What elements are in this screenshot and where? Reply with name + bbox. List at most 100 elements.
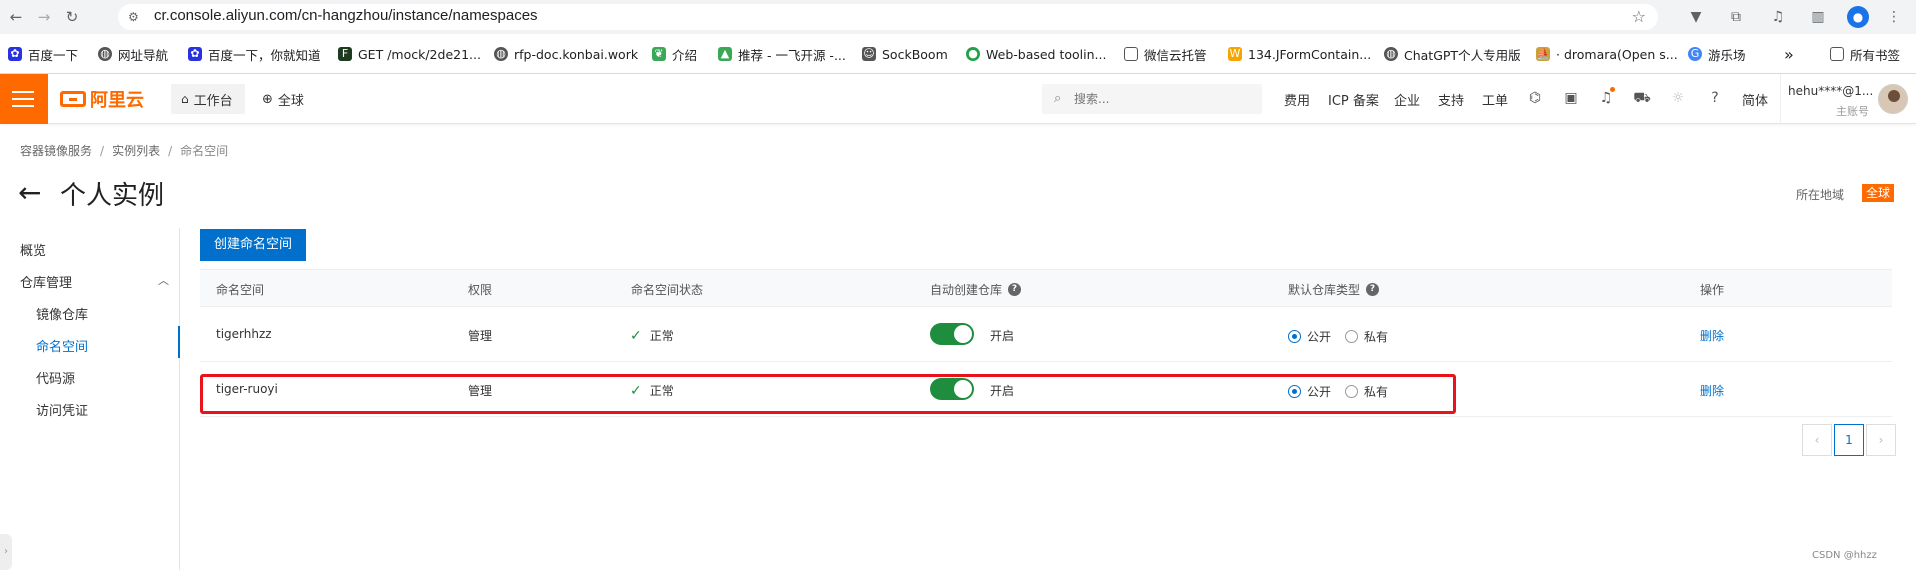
lightbulb-icon[interactable]: ☼: [1668, 88, 1688, 108]
delete-link[interactable]: 删除: [1700, 382, 1724, 399]
bookmark-item[interactable]: ● Web-based toolin...: [966, 44, 1106, 64]
bookmark-item[interactable]: ☺ SockBoom: [862, 44, 948, 64]
radio-button[interactable]: [1345, 330, 1359, 343]
cart-icon[interactable]: ⛟: [1632, 88, 1652, 108]
next-page-button[interactable]: ›: [1866, 424, 1896, 456]
user-name[interactable]: hehu****@1...: [1788, 84, 1873, 98]
nav-ticket[interactable]: 工单: [1482, 90, 1508, 109]
help-icon[interactable]: ?: [1366, 283, 1380, 296]
menu-kebab-icon[interactable]: ⋮: [1884, 7, 1904, 27]
watermark: CSDN @hhzz: [1812, 550, 1877, 561]
namespace-name: tigerhhzz: [216, 327, 272, 341]
radio-public[interactable]: 公开: [1288, 328, 1331, 345]
search-box[interactable]: ⌕: [1042, 84, 1262, 114]
active-indicator: [178, 326, 180, 358]
side-panel-icon[interactable]: ▥: [1808, 7, 1828, 27]
prev-page-button[interactable]: ‹: [1802, 424, 1832, 456]
bookmark-label: 微信云托管: [1144, 47, 1207, 63]
sidebar-item-repo-manage[interactable]: 仓库管理: [20, 272, 72, 291]
breadcrumb-item[interactable]: 实例列表: [112, 142, 160, 159]
bookmark-item[interactable]: W 134.JFormContain...: [1228, 44, 1371, 64]
w-icon: W: [1228, 47, 1242, 61]
all-bookmarks-folder[interactable]: 所有书签: [1830, 44, 1900, 64]
toggle-label: 开启: [990, 329, 1015, 343]
bookmark-item[interactable]: ▲ 推荐 - 一飞开源 -...: [718, 44, 846, 64]
sidebar-item-namespace[interactable]: 命名空间: [36, 336, 88, 355]
table-header: 命名空间 权限 命名空间状态 自动创建仓库? 默认仓库类型? 操作: [200, 269, 1892, 307]
breadcrumb-separator: /: [100, 143, 105, 158]
bookmark-item[interactable]: ◍ 网址导航: [98, 44, 168, 64]
bookmark-item[interactable]: F GET /mock/2de21...: [338, 44, 481, 64]
radio-button[interactable]: [1288, 330, 1301, 343]
reload-icon[interactable]: ↻: [62, 7, 82, 27]
bookmark-item[interactable]: ◍ ChatGPT个人专用版: [1384, 44, 1521, 64]
help-icon[interactable]: ?: [1705, 88, 1725, 108]
page-number[interactable]: 1: [1834, 424, 1864, 456]
sidebar-collapse-icon[interactable]: ›: [0, 534, 12, 570]
column-header: 命名空间状态: [631, 283, 704, 297]
more-bookmarks-icon[interactable]: »: [1784, 44, 1794, 64]
globe-icon: ⊕: [262, 91, 273, 107]
region-selector-label: 全球: [277, 93, 304, 109]
region-label: 所在地域: [1796, 188, 1845, 202]
aliyun-logo[interactable]: 阿里云: [60, 87, 144, 111]
site-settings-icon[interactable]: ⚙: [128, 9, 144, 25]
bookmark-label: · dromara(Open s...: [1556, 46, 1678, 62]
nav-billing[interactable]: 费用: [1284, 90, 1310, 109]
bookmark-label: 推荐 - 一飞开源 -...: [738, 47, 846, 63]
nav-icp[interactable]: ICP 备案: [1328, 90, 1379, 109]
menu-hamburger-icon[interactable]: [0, 74, 48, 124]
avatar[interactable]: [1878, 84, 1908, 114]
sidebar-item-code-source[interactable]: 代码源: [36, 368, 75, 387]
bookmark-item[interactable]: ✿ 百度一下，你就知道: [188, 44, 321, 64]
nav-enterprise[interactable]: 企业: [1394, 90, 1420, 109]
back-arrow-icon[interactable]: ←: [18, 178, 41, 208]
bookmark-star-icon[interactable]: ☆: [1632, 7, 1646, 26]
default-type-radio-group: 公开 私有: [1288, 328, 1402, 345]
media-control-icon[interactable]: ♫: [1768, 7, 1788, 27]
nav-support[interactable]: 支持: [1438, 90, 1464, 109]
permission: 管理: [468, 329, 493, 343]
sidebar-item-image-repo[interactable]: 镜像仓库: [36, 304, 88, 323]
aliyun-logo-icon: [60, 91, 86, 107]
bookmark-label: Web-based toolin...: [986, 46, 1107, 62]
extensions-puzzle-icon[interactable]: ⧉: [1726, 7, 1746, 27]
bookmark-item[interactable]: G 游乐场: [1688, 44, 1746, 64]
globe-icon: ◍: [1384, 47, 1398, 61]
g-icon: G: [1688, 47, 1702, 61]
folder-icon: [1124, 47, 1138, 61]
bookmark-item[interactable]: 微信云托管: [1124, 44, 1207, 64]
address-bar[interactable]: ⚙ cr.console.aliyun.com/cn-hangzhou/inst…: [118, 4, 1658, 30]
bookmark-item[interactable]: ⛵ · dromara(Open s...: [1536, 44, 1678, 64]
help-icon[interactable]: ?: [1008, 283, 1022, 296]
bookmark-label: 介绍: [672, 47, 698, 63]
extension-v-icon[interactable]: ▼: [1686, 7, 1706, 27]
bookmark-label: 百度一下，你就知道: [208, 47, 321, 63]
sidebar-item-access-credential[interactable]: 访问凭证: [36, 400, 88, 419]
cloud-shell-icon[interactable]: ⌬: [1525, 88, 1545, 108]
forward-icon[interactable]: →: [34, 7, 54, 27]
bookmark-item[interactable]: ✿ 百度一下: [8, 44, 78, 64]
profile-icon[interactable]: ●: [1847, 6, 1869, 28]
breadcrumb-item[interactable]: 容器镜像服务: [20, 142, 92, 159]
url-text[interactable]: cr.console.aliyun.com/cn-hangzhou/instan…: [154, 7, 538, 24]
auto-create-toggle[interactable]: [930, 323, 974, 345]
search-input[interactable]: [1074, 89, 1254, 109]
back-icon[interactable]: ←: [6, 7, 26, 27]
create-namespace-button[interactable]: 创建命名空间: [200, 229, 306, 261]
radio-label: 私有: [1364, 330, 1389, 344]
boat-icon: ⛵: [1536, 47, 1550, 61]
sidebar-item-overview[interactable]: 概览: [20, 240, 46, 259]
bookmark-item[interactable]: ❦ 介绍: [652, 44, 697, 64]
region-selector[interactable]: ⊕ 全球: [262, 84, 304, 114]
delete-link[interactable]: 删除: [1700, 327, 1724, 344]
baidu-paw-icon: ✿: [188, 47, 202, 61]
radio-private[interactable]: 私有: [1345, 328, 1388, 345]
terminal-icon[interactable]: ▣: [1561, 88, 1581, 108]
home-icon: ⌂: [181, 92, 189, 106]
chevron-up-icon[interactable]: ︿: [158, 272, 169, 288]
bookmark-item[interactable]: ◍ rfp-doc.konbai.work: [494, 44, 638, 64]
workbench-button[interactable]: ⌂ 工作台: [171, 84, 245, 114]
language-switch[interactable]: 简体: [1742, 90, 1768, 109]
console-topbar: 阿里云 ⌂ 工作台 ⊕ 全球 ⌕ 费用 ICP 备案 企业 支持 工单 ⌬ ▣ …: [0, 74, 1916, 124]
